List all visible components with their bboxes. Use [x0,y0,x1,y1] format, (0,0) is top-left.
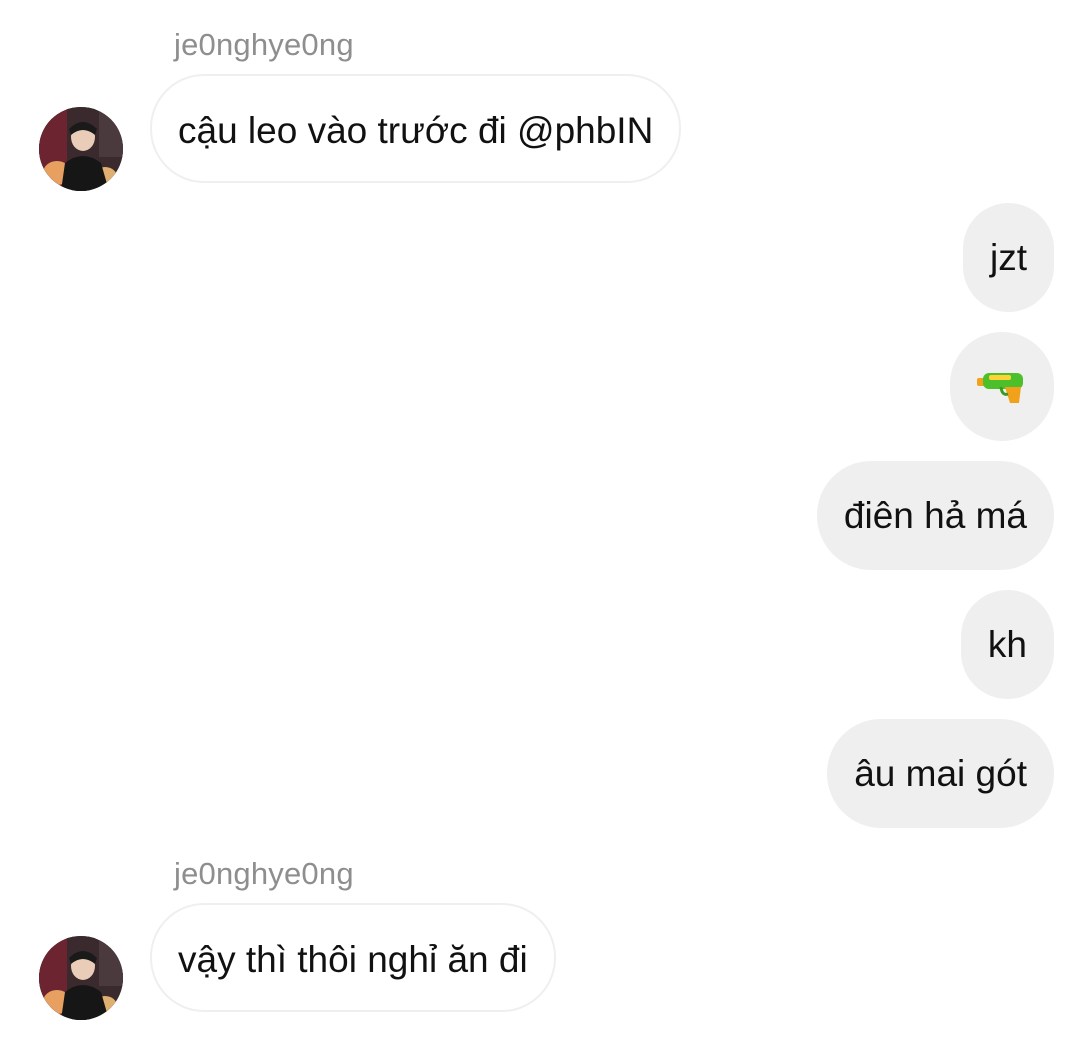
incoming-message-bubble[interactable]: vậy thì thôi nghỉ ăn đi [150,903,556,1012]
outgoing-message-bubble[interactable]: jzt [963,203,1054,312]
outgoing-message-bubble[interactable]: kh [960,590,1054,699]
avatar-photo-icon [39,107,123,191]
message-text: vậy thì thôi nghỉ ăn đi [178,939,528,980]
message-text: cậu leo vào trước đi @phbIN [178,110,654,151]
message-text: âu mai gót [854,753,1027,794]
outgoing-message-bubble[interactable]: điên hả má [816,461,1054,570]
outgoing-emoji-bubble[interactable] [950,332,1054,441]
message-text: jzt [990,237,1027,278]
message-text: kh [987,624,1027,665]
avatar-photo-icon [39,936,123,1020]
message-text: điên hả má [843,495,1027,536]
water-pistol-icon [977,373,1023,403]
sender-name: je0nghye0ng [174,856,354,891]
incoming-message-bubble[interactable]: cậu leo vào trước đi @phbIN [150,74,682,183]
user-avatar[interactable] [39,936,123,1020]
user-avatar[interactable] [39,107,123,191]
outgoing-message-bubble[interactable]: âu mai gót [827,719,1054,828]
sender-name: je0nghye0ng [174,27,354,62]
